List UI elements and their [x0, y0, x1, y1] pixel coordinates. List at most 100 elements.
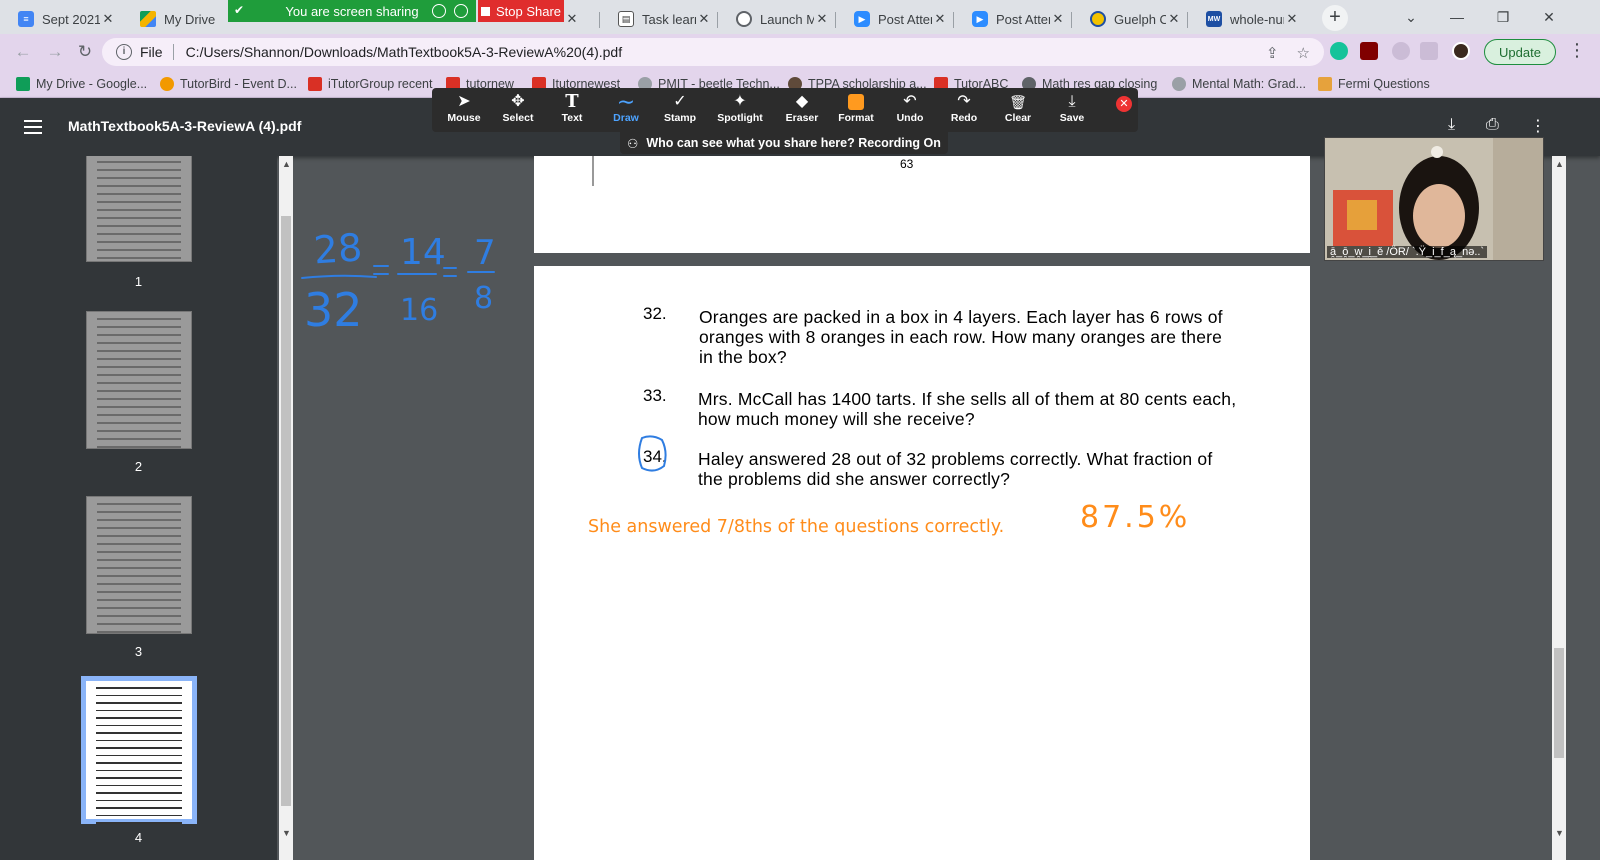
close-annotation-icon[interactable]: ✕	[1116, 96, 1132, 112]
globe-icon	[736, 11, 752, 27]
pen-squiggle-icon: ∼	[616, 89, 636, 114]
close-icon[interactable]: ✕	[932, 11, 948, 27]
stop-icon	[480, 6, 490, 16]
download-icon[interactable]: ⤓	[1448, 116, 1455, 134]
browser-menu-icon[interactable]: ⋮	[1568, 40, 1586, 61]
handwritten-numerator: 7	[474, 233, 496, 273]
participant-video[interactable]: ā̯_ō̯_w̯_i̯_ě /ÖR/ `.Ÿ_i_f_ą_nə..`	[1324, 137, 1544, 261]
bookmark-star-icon[interactable]: ☆	[1297, 44, 1310, 62]
close-icon[interactable]: ✕	[564, 11, 580, 27]
close-icon[interactable]: ✕	[1166, 11, 1182, 27]
browser-tab[interactable]: ≡ Sept 2021 ✕	[0, 4, 122, 34]
save-tool[interactable]: ⤓ Save	[1044, 92, 1100, 130]
browser-tab[interactable]: ▤ Task learni ✕	[600, 4, 718, 34]
more-options-icon[interactable]: ⋮	[1530, 116, 1546, 136]
forward-icon[interactable]: →	[42, 39, 68, 65]
recording-notice[interactable]: ⚇ Who can see what you share here? Recor…	[620, 132, 948, 154]
page-thumbnail[interactable]	[86, 496, 192, 634]
browser-tab[interactable]: ▶ Post Atten ✕	[954, 4, 1072, 34]
pdf-page-previous	[534, 156, 1310, 253]
handwritten-numerator: 28	[312, 225, 363, 272]
address-bar[interactable]: i File C:/Users/Shannon/Downloads/MathTe…	[102, 38, 1324, 66]
scrollbar-thumb[interactable]	[281, 216, 291, 806]
bookmark-item[interactable]: iTutorGroup recent	[308, 75, 432, 93]
handwritten-denominator: 16	[400, 293, 438, 328]
back-icon[interactable]: ←	[10, 39, 36, 65]
close-icon[interactable]: ✕	[1050, 11, 1066, 27]
format-tool[interactable]: Format	[828, 92, 884, 130]
spotlight-tool[interactable]: ✦ Spotlight	[712, 92, 768, 130]
grammarly-extension-icon[interactable]	[1330, 42, 1348, 60]
docs-icon: ≡	[18, 11, 34, 27]
scroll-up-icon[interactable]: ▲	[1555, 159, 1564, 169]
minimize-icon[interactable]: —	[1434, 0, 1480, 34]
page-thumbnail[interactable]	[86, 311, 192, 449]
redo-tool[interactable]: ↷ Redo	[936, 92, 992, 130]
mouse-tool[interactable]: ➤ Mouse	[436, 92, 492, 130]
bookmark-item[interactable]: Fermi Questions	[1318, 75, 1430, 93]
stop-share-button[interactable]: Stop Share	[478, 0, 564, 22]
bookmark-item[interactable]: Mental Math: Grad...	[1172, 75, 1306, 93]
sidebar-scrollbar[interactable]: ▲ ▼	[279, 156, 293, 860]
page-number: 63	[900, 157, 914, 171]
eraser-tool[interactable]: ◆ Eraser	[774, 92, 830, 130]
clear-tool[interactable]: 🗑 Clear	[990, 92, 1046, 130]
menu-icon[interactable]	[24, 120, 42, 134]
puzzle-extensions-icon[interactable]	[1420, 42, 1438, 60]
scroll-up-icon[interactable]: ▲	[282, 159, 291, 169]
browser-tab[interactable]: ▶ Post Atten ✕	[836, 4, 954, 34]
update-button[interactable]: Update	[1484, 39, 1556, 65]
tab-title: My Drive	[164, 11, 216, 27]
scroll-down-icon[interactable]: ▼	[1555, 828, 1564, 838]
draw-tool[interactable]: ∼ Draw	[598, 89, 654, 130]
bookmark-item[interactable]: TutorBird - Event D...	[160, 75, 297, 93]
close-icon[interactable]: ✕	[1284, 11, 1300, 27]
share-icon[interactable]: ⇪	[1266, 44, 1279, 62]
scrollbar-thumb[interactable]	[1554, 648, 1564, 758]
scroll-down-icon[interactable]: ▼	[282, 828, 291, 838]
bookmark-icon	[308, 77, 322, 91]
handwritten-denominator: 32	[304, 283, 363, 334]
document-scrollbar[interactable]: ▲ ▼	[1552, 156, 1566, 860]
select-tool[interactable]: ✥ Select	[490, 92, 546, 130]
bookmark-icon	[1172, 77, 1186, 91]
browser-tab[interactable]: ✕	[560, 4, 600, 34]
stamp-tool[interactable]: ✓ Stamp	[652, 92, 708, 130]
tab-title: Task learni	[642, 11, 696, 27]
undo-tool[interactable]: ↶ Undo	[882, 92, 938, 130]
extension-icon[interactable]	[1392, 42, 1410, 60]
window-close-icon[interactable]: ✕	[1526, 0, 1572, 34]
bookmark-item[interactable]: My Drive - Google...	[16, 75, 147, 93]
browser-tab[interactable]: Launch Me ✕	[718, 4, 836, 34]
annotation-toolbar: ➤ Mouse ✥ Select T Text ∼ Draw ✓ Stamp ✦ Spotl…	[432, 88, 1138, 132]
info-icon[interactable]: i	[116, 44, 132, 60]
close-icon[interactable]: ✕	[814, 11, 830, 27]
ublock-extension-icon[interactable]	[1360, 42, 1378, 60]
reload-icon[interactable]: ↻	[72, 39, 98, 65]
handwritten-fractions: 28 32 14 16 7 8	[301, 225, 496, 334]
thumbnail-label: 1	[134, 274, 143, 289]
browser-tab[interactable]: My Drive	[122, 4, 228, 34]
pdf-title: MathTextbook5A-3-ReviewA (4).pdf	[68, 118, 302, 134]
browser-tab[interactable]: Guelph O ✕	[1072, 4, 1188, 34]
profile-avatar[interactable]	[1452, 42, 1470, 60]
scheme-label: File	[140, 44, 163, 60]
thumbnail-label: 4	[134, 830, 143, 845]
question-text: Mrs. McCall has 1400 tarts. If she sells…	[698, 389, 1237, 429]
shield-icon	[454, 4, 468, 18]
browser-tab[interactable]: MW whole-nur ✕	[1188, 4, 1306, 34]
screen-sharing-banner[interactable]: ✔ You are screen sharing	[228, 0, 476, 22]
page-thumbnail[interactable]	[86, 156, 192, 262]
text-tool[interactable]: T Text	[544, 92, 600, 130]
circled-question-annotation	[638, 435, 667, 472]
restore-icon[interactable]: ❐	[1480, 0, 1526, 34]
question-number: 33.	[643, 386, 667, 405]
close-icon[interactable]: ✕	[696, 11, 712, 27]
tab-search-icon[interactable]: ⌄	[1388, 0, 1434, 34]
new-tab-button[interactable]: +	[1322, 5, 1348, 31]
close-icon[interactable]: ✕	[100, 11, 116, 27]
mw-icon: MW	[1206, 11, 1222, 27]
thumbnail-sidebar: 1 2 3 4	[0, 156, 277, 860]
page-thumbnail-selected[interactable]	[81, 676, 197, 824]
print-icon[interactable]: ⎙	[1486, 116, 1499, 134]
